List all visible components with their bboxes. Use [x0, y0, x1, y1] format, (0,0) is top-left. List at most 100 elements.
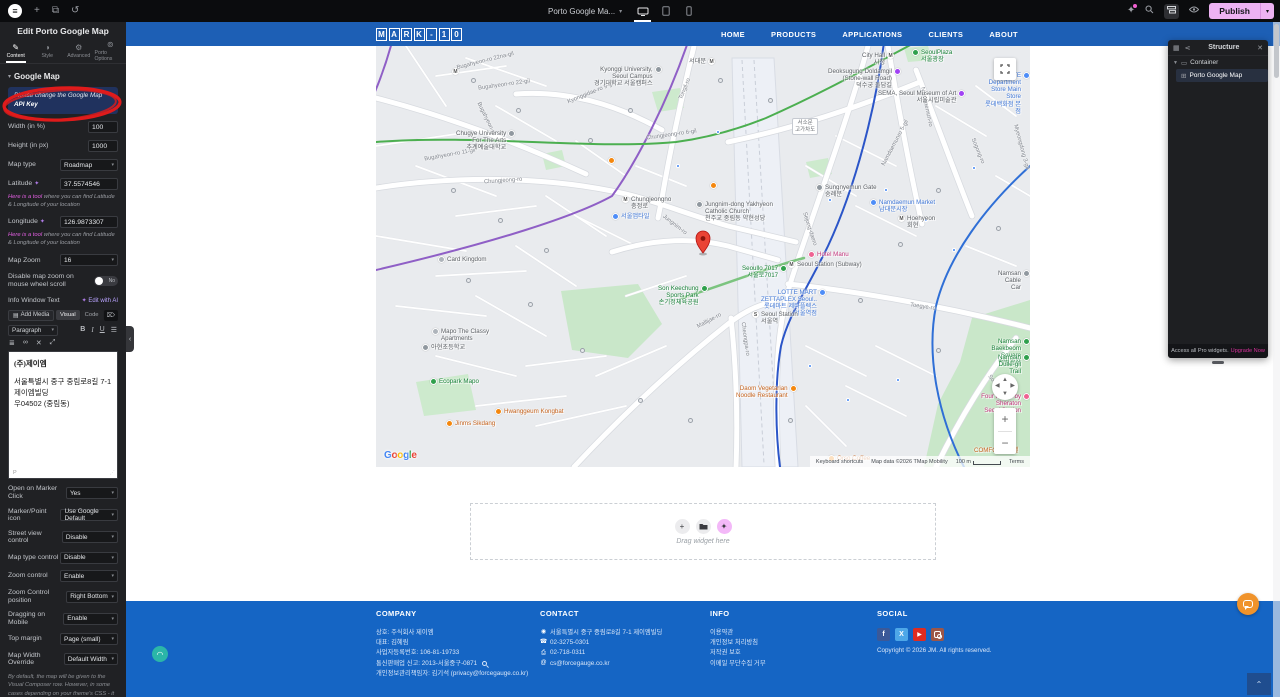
map-poi-label[interactable]: Deoksugung Doldamgil(Stone-wall Road)덕수궁…: [828, 68, 901, 89]
trash-icon[interactable]: ⌦: [104, 310, 118, 321]
search-icon[interactable]: [482, 661, 487, 666]
google-logo[interactable]: Google: [384, 450, 417, 461]
template-folder-button[interactable]: [696, 519, 711, 534]
tab-porto-options[interactable]: ⊚Porto Options: [95, 40, 127, 63]
structure-expand-icon[interactable]: ⋖: [1185, 44, 1191, 52]
map-poi-label[interactable]: SEMA, Seoul Museum of Art서울시립미술관: [878, 90, 965, 104]
chat-bubble-button[interactable]: [1237, 593, 1259, 615]
link-icon[interactable]: ∞: [22, 339, 29, 346]
document-switcher[interactable]: Porto Google Ma...▾: [548, 7, 622, 16]
close-tags-button[interactable]: ✕: [35, 339, 43, 347]
coords-tool-link[interactable]: Here is a tool: [8, 194, 42, 200]
publish-button[interactable]: Publish ▾: [1209, 3, 1274, 19]
edit-with-ai-button[interactable]: ✦ Edit with AI: [82, 297, 118, 304]
map-poi-label[interactable]: Card Kingdom: [438, 256, 487, 263]
publish-options-chevron-icon[interactable]: ▾: [1260, 3, 1274, 19]
structure-item-container[interactable]: ▼ ▭ Container: [1168, 56, 1268, 69]
coords-tool-link[interactable]: Here is a tool: [8, 232, 42, 238]
code-tab[interactable]: Code: [81, 310, 103, 320]
map-poi-label[interactable]: Namdaemun Market남대문시장: [870, 199, 935, 213]
device-tablet-icon[interactable]: [659, 4, 672, 19]
caret-down-icon[interactable]: ▼: [1173, 60, 1178, 66]
map-poi-label[interactable]: SSeoul Station서울역: [752, 311, 798, 325]
field-select[interactable]: Disable: [60, 552, 118, 564]
add-media-button[interactable]: ▤Add Media: [8, 310, 54, 321]
elementor-logo-icon[interactable]: ≡: [8, 4, 22, 18]
field-select[interactable]: Page (small): [60, 633, 118, 645]
height-input[interactable]: 1000: [88, 140, 118, 152]
map-poi-label[interactable]: SeoulPlaza서울광장: [912, 49, 952, 63]
field-select[interactable]: Yes: [66, 487, 118, 499]
nav-item-products[interactable]: PRODUCTS: [771, 30, 816, 39]
field-select[interactable]: Enable: [60, 570, 118, 582]
map-poi-label[interactable]: Son KeechungSports Park손기정체육공원: [658, 285, 708, 306]
tab-style[interactable]: ◑Style: [32, 40, 64, 63]
map-poi-label[interactable]: Jungnim-dong YakhyeonCatholic Church천주교 …: [696, 201, 773, 222]
blockquote-button[interactable]: ≣: [8, 339, 16, 347]
map-poi-label[interactable]: Mapo The ClassyApartments: [432, 328, 489, 342]
finder-search-icon[interactable]: [1145, 5, 1154, 17]
list-button[interactable]: ☰: [110, 326, 118, 334]
map-pan-control[interactable]: ▲▼ ◀▶: [992, 374, 1018, 400]
map-poi-label[interactable]: MChungjeongno충정로: [622, 196, 671, 210]
page-icon[interactable]: ⧉: [52, 6, 59, 16]
ai-sparkle-icon[interactable]: ✦: [34, 181, 39, 188]
nav-item-clients[interactable]: CLIENTS: [928, 30, 963, 39]
structure-item-porto-google-map[interactable]: ⊞ Porto Google Map: [1176, 69, 1268, 82]
field-select[interactable]: Use Google Default: [60, 509, 118, 521]
paragraph-format-select[interactable]: Paragraph: [8, 325, 58, 336]
ai-generate-button[interactable]: ✦: [717, 519, 732, 534]
map-poi-label[interactable]: [710, 182, 717, 189]
instagram-icon[interactable]: [931, 628, 944, 641]
map-poi-label[interactable]: Ecopark Mapo: [430, 378, 479, 385]
map-poi-label[interactable]: Sungnyemun Gate숭례문: [816, 184, 877, 198]
map-poi-label[interactable]: MSeoul Station (Subway): [788, 261, 862, 268]
map-poi-label[interactable]: MHoehyeon회현: [898, 215, 935, 229]
tab-content[interactable]: ✎Content: [0, 40, 32, 63]
wheel-zoom-toggle[interactable]: No: [94, 276, 118, 286]
zoom-in-button[interactable]: +: [994, 408, 1016, 431]
map-type-select[interactable]: Roadmap: [60, 159, 118, 171]
footer-link[interactable]: 이용약관: [710, 628, 733, 638]
map-poi-label[interactable]: MCity Hall시청: [862, 52, 894, 66]
section-google-map[interactable]: ▾ Google Map: [0, 64, 126, 85]
device-mobile-icon[interactable]: [682, 4, 695, 19]
scrollbar-thumb[interactable]: [1274, 24, 1279, 78]
field-select[interactable]: Right Bottom: [66, 591, 118, 603]
zoom-out-button[interactable]: −: [994, 432, 1016, 455]
x-twitter-icon[interactable]: X: [895, 628, 908, 641]
footer-link[interactable]: 이메일 무단수집 거부: [710, 659, 766, 669]
preview-eye-icon[interactable]: [1189, 6, 1199, 16]
map-poi-label[interactable]: M: [452, 68, 459, 75]
italic-button[interactable]: I: [90, 326, 94, 334]
bold-button[interactable]: B: [79, 326, 86, 334]
tab-advanced[interactable]: ⚙Advanced: [63, 40, 95, 63]
keyboard-shortcuts-link[interactable]: Keyboard shortcuts: [816, 459, 863, 465]
facebook-icon[interactable]: f: [877, 628, 890, 641]
map-poi-label[interactable]: 서울앱타일: [612, 213, 649, 220]
map-poi-label[interactable]: Hotel Manu: [808, 251, 849, 258]
visual-tab[interactable]: Visual: [56, 310, 80, 320]
map-poi-label[interactable]: Hwanggeum Kongbat: [495, 408, 564, 415]
footer-link[interactable]: 개인정보 처리방침: [710, 638, 758, 648]
map-fullscreen-button[interactable]: [994, 58, 1016, 80]
device-desktop-icon[interactable]: [636, 4, 649, 19]
add-widget-button[interactable]: +: [675, 519, 690, 534]
panel-collapse-handle[interactable]: ‹: [126, 326, 134, 352]
add-element-icon[interactable]: +: [34, 6, 40, 16]
structure-grid-icon[interactable]: ▦: [1173, 44, 1180, 52]
map-poi-label[interactable]: Daom VegetarianNoodle Restaurant: [736, 385, 797, 399]
width-input[interactable]: 100: [88, 121, 118, 133]
map-poi-label[interactable]: 아현초등학교: [422, 344, 465, 351]
mark10-logo[interactable]: MARK-10: [376, 28, 462, 41]
map-poi-label[interactable]: Seoullo 7017서울로7017: [742, 265, 787, 279]
map-poi-label[interactable]: Namsan Dulle-gil Trail: [994, 354, 1030, 375]
scroll-to-top-button[interactable]: ⌃: [1247, 673, 1271, 695]
map-poi-label[interactable]: Jinms Sikdang: [446, 420, 495, 427]
field-select[interactable]: Disable: [62, 531, 118, 543]
ai-assistant-icon[interactable]: ✦: [1127, 6, 1135, 16]
google-map-widget[interactable]: Kyonggi University,Seoul Campus경기대학교 서울캠…: [376, 46, 1030, 467]
map-poi-label[interactable]: Kyonggi University,Seoul Campus경기대학교 서울캠…: [594, 66, 662, 87]
structure-panel-icon[interactable]: [1164, 4, 1179, 19]
map-zoom-select[interactable]: 16: [60, 254, 118, 266]
